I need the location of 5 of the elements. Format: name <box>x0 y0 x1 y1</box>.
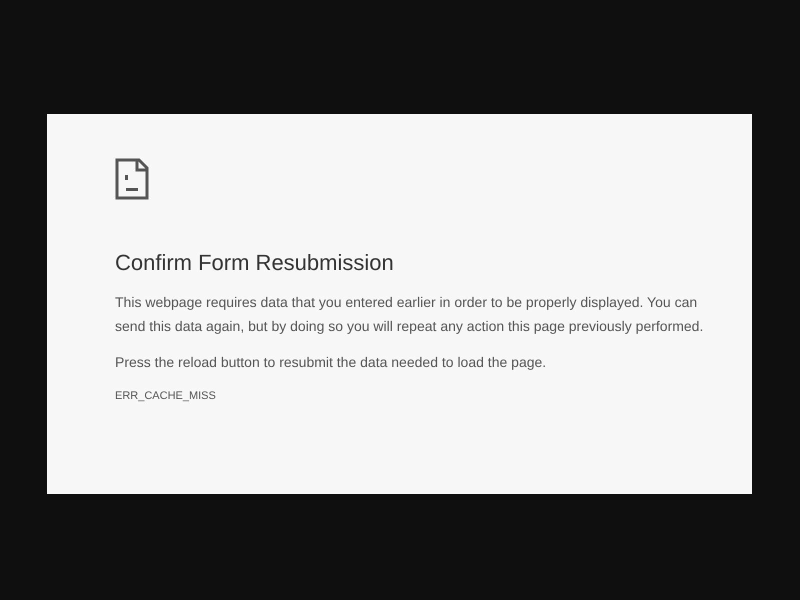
error-message: Press the reload button to resubmit the data needed to load the page. <box>115 353 548 372</box>
sad-document-icon <box>115 158 149 200</box>
error-message: This webpage requires data that you entered earlier in order to be properly displayed. You can send this data again, but by doing so you will repeat any action this page previously performed. <box>115 293 704 336</box>
error-title: Confirm Form Resubmission <box>115 249 395 277</box>
error-code: ERR_CACHE_MISS <box>115 389 217 404</box>
